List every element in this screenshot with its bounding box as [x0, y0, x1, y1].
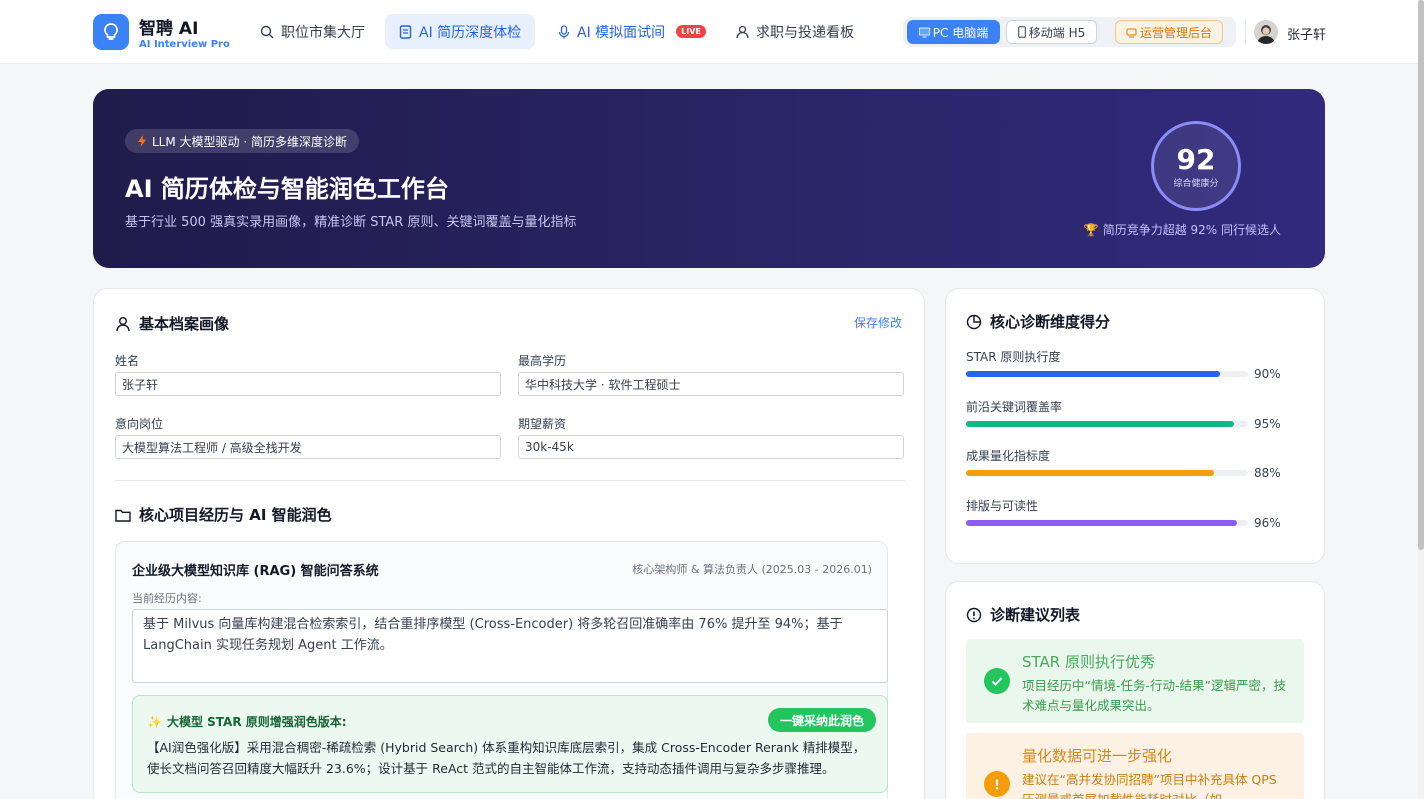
suggestion-item: STAR 原则执行优秀 项目经历中“情境-任务-行动-结果”逻辑严密，技术难点与…	[966, 639, 1304, 723]
projects-section-title: 核心项目经历与 AI 智能润色	[115, 504, 332, 525]
profile-section-title: 基本档案画像	[115, 313, 229, 334]
current-content-label: 当前经历内容:	[132, 592, 202, 605]
live-badge: LIVE	[676, 25, 706, 38]
salary-field[interactable]: 30k-45k	[518, 435, 904, 459]
adopt-polish-button[interactable]: 一键采纳此润色	[768, 708, 876, 732]
nav-label: AI 模拟面试间	[577, 24, 666, 41]
nav-label: 求职与投递看板	[756, 24, 854, 41]
user-name[interactable]: 张子轩	[1287, 24, 1326, 43]
store-icon	[1126, 28, 1137, 37]
monitor-icon	[918, 27, 930, 37]
page-title: AI 简历体检与智能润色工作台	[125, 175, 449, 203]
metric-value: 88%	[1254, 466, 1281, 480]
metric-label: 前沿关键词覆盖率	[966, 399, 1063, 414]
folder-icon	[115, 509, 131, 522]
metric-label: STAR 原则执行度	[966, 350, 1061, 364]
user-icon	[736, 25, 749, 38]
ai-polish-box: ✨ 大模型 STAR 原则增强润色版本: 一键采纳此润色 【AI润色强化版】采用…	[132, 695, 888, 793]
education-label: 最高学历	[518, 354, 567, 368]
metric-progress-bar	[966, 371, 1248, 377]
metric-value: 95%	[1254, 416, 1281, 431]
nav-resume-check[interactable]: AI 简历深度体检	[385, 14, 536, 49]
admin-console-button[interactable]: 运营管理后台	[1115, 20, 1223, 44]
document-icon	[399, 24, 412, 39]
mobile-mode-button[interactable]: 移动端 H5	[1006, 20, 1097, 44]
trophy-icon: 🏆	[1083, 223, 1099, 237]
suggestion-item: 量化数据可进一步强化 建议在“高并发协同招聘”项目中补充具体 QPS 压测量或首…	[966, 733, 1304, 799]
salary-label: 期望薪资	[518, 417, 567, 431]
score-label: 综合健康分	[1173, 178, 1219, 189]
education-field[interactable]: 华中科技大学 · 软件工程硕士	[518, 372, 904, 396]
rank-text: 🏆 简历竞争力超越 92% 同行候选人	[1083, 223, 1281, 237]
metric-progress-bar	[966, 470, 1248, 476]
name-label: 姓名	[115, 354, 140, 368]
save-button[interactable]: 保存修改	[854, 314, 902, 331]
nav-application-board[interactable]: 求职与投递看板	[722, 14, 868, 49]
hero-banner: LLM 大模型驱动 · 简历多维深度诊断 AI 简历体检与智能润色工作台 基于行…	[93, 89, 1325, 268]
metric-progress-fill	[966, 519, 1237, 526]
nav-mock-interview[interactable]: AI 模拟面试间 LIVE	[544, 14, 720, 49]
scrollbar-thumb[interactable]	[1418, 0, 1424, 550]
nav-label: 职位市集大厅	[281, 24, 365, 41]
job-label: 意向岗位	[115, 417, 164, 431]
metric-progress-fill	[966, 371, 1220, 377]
app-name: 智聘 AI	[139, 19, 199, 39]
metric-progress-fill	[966, 470, 1215, 476]
suggestions-title: 诊断建议列表	[966, 604, 1080, 625]
lightning-icon	[138, 135, 146, 147]
warning-icon	[984, 771, 1010, 797]
info-icon	[966, 607, 982, 622]
mic-icon	[558, 24, 570, 38]
score-dimensions-card: 核心诊断维度得分 STAR 原则执行度 90% 前沿关键词覆盖率 95% 成果量化指标度…	[945, 288, 1325, 564]
project-content-textarea[interactable]: 基于 Milvus 向量库构建混合检索索引，结合重排序模型 (Cross-Enc…	[132, 609, 888, 683]
hero-badge: LLM 大模型驱动 · 简历多维深度诊断	[125, 129, 359, 153]
suggestion-title: 量化数据可进一步强化	[1022, 747, 1173, 765]
resume-editor-card: 基本档案画像 保存修改 姓名 张子轩 最高学历 华中科技大学 · 软件工程硕士 …	[93, 288, 925, 799]
nav-job-market[interactable]: 职位市集大厅	[246, 14, 379, 49]
name-field[interactable]: 张子轩	[115, 372, 501, 396]
metric-label: 排版与可读性	[966, 498, 1039, 513]
metric-progress-bar	[966, 519, 1248, 526]
avatar[interactable]	[1254, 20, 1278, 44]
top-navbar: 智聘 AI AI Interview Pro 职位市集大厅 AI 简历深度体检 …	[0, 0, 1418, 64]
suggestions-card: 诊断建议列表 STAR 原则执行优秀 项目经历中“情境-任务-行动-结果”逻辑严…	[945, 581, 1325, 799]
page-scrollbar[interactable]	[1418, 0, 1424, 799]
project-name: 企业级大模型知识库 (RAG) 智能问答系统	[132, 564, 379, 579]
project-card: 企业级大模型知识库 (RAG) 智能问答系统 核心架构师 & 算法负责人 (20…	[115, 541, 888, 799]
search-icon	[260, 25, 274, 38]
page-description: 基于行业 500 强真实录用画像，精准诊断 STAR 原则、关键词覆盖与量化指标	[125, 215, 577, 230]
suggestion-title: STAR 原则执行优秀	[1022, 653, 1155, 671]
score-value: 92	[1176, 142, 1216, 176]
scores-title: 核心诊断维度得分	[966, 311, 1110, 332]
pc-mode-button[interactable]: PC 电脑端	[907, 20, 1000, 44]
device-mode-switch: PC 电脑端 移动端 H5 运营管理后台	[903, 17, 1236, 47]
user-icon	[116, 316, 130, 331]
suggestion-text: 建议在“高并发协同招聘”项目中补充具体 QPS 压测量或首屏加载性能耗时对比（如	[1022, 772, 1277, 799]
suggestion-text: 项目经历中“情境-任务-行动-结果”逻辑严密，技术难点与量化成果突出。	[1022, 678, 1286, 713]
nav-label: AI 简历深度体检	[419, 24, 522, 41]
header-divider	[1245, 20, 1246, 44]
polish-title: ✨ 大模型 STAR 原则增强润色版本:	[147, 714, 347, 730]
overall-score: 92 综合健康分	[1151, 121, 1241, 211]
phone-icon	[1017, 26, 1026, 38]
metric-progress-fill	[966, 420, 1234, 427]
metric-progress-bar	[966, 420, 1248, 427]
metric-label: 成果量化指标度	[966, 449, 1051, 463]
project-role: 核心架构师 & 算法负责人 (2025.03 - 2026.01)	[632, 563, 872, 576]
pie-chart-icon	[966, 314, 982, 329]
metric-value: 96%	[1254, 515, 1281, 530]
app-subtitle: AI Interview Pro	[139, 39, 230, 50]
job-field[interactable]: 大模型算法工程师 / 高级全栈开发	[115, 435, 501, 459]
lightbulb-icon	[104, 23, 118, 40]
check-circle-icon	[984, 668, 1010, 694]
metric-value: 90%	[1254, 367, 1281, 381]
logo[interactable]	[93, 14, 129, 50]
polish-text: 【AI润色强化版】采用混合稠密-稀疏检索 (Hybrid Search) 体系重…	[147, 740, 866, 776]
section-divider	[115, 480, 905, 481]
sparkle-icon: ✨	[147, 714, 162, 729]
